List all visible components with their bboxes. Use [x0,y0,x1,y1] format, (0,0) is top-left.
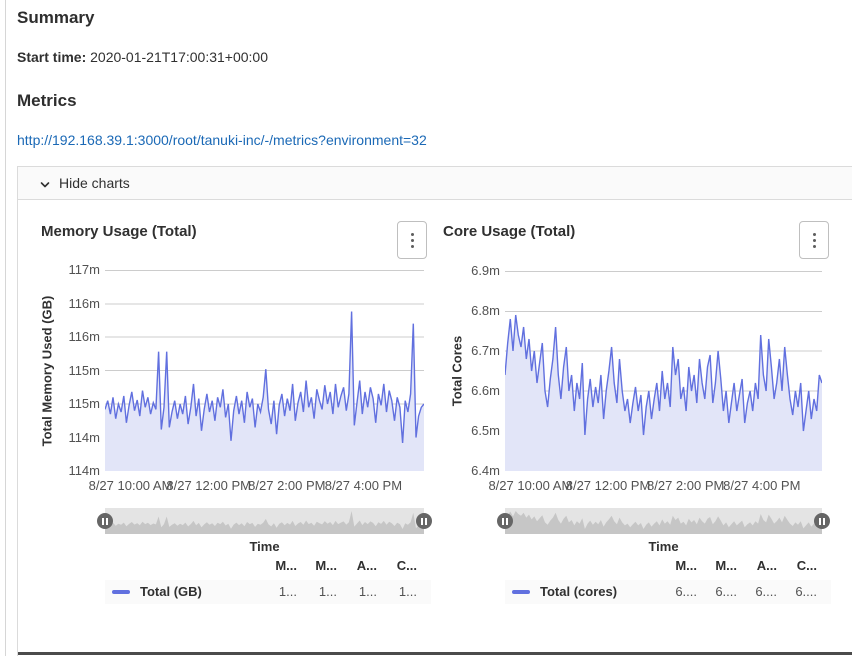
x-tick-label: 8/27 12:00 PM [566,478,651,493]
next-section-edge [18,652,852,655]
y-tick-label: 115m [68,396,100,412]
legend-row[interactable]: Total (GB) 1...1...1...1... [105,580,431,604]
kebab-icon [813,239,816,242]
series-area [105,312,424,472]
legend-value: 1... [105,584,417,599]
chart-menu-button[interactable] [397,221,427,259]
chevron-down-icon [39,178,51,196]
y-axis-ticks: 117m 116m 116m 115m 115m 114m 114m [29,215,100,655]
legend-column-header: C... [105,558,417,573]
x-tick-label: 8/27 4:00 PM [325,478,402,493]
x-tick-label: 8/27 10:00 AM [488,478,572,493]
y-axis-ticks: 6.9m 6.8m 6.7m 6.6m 6.5m 6.4m [431,215,500,655]
y-tick-label: 6.5m [471,423,500,439]
y-tick-label: 117m [68,262,100,278]
kebab-icon [411,239,414,242]
kebab-icon [411,245,414,248]
time-range-brush[interactable] [505,508,822,534]
chart-plot-area[interactable] [505,271,822,471]
brush-handle-right[interactable] [416,513,432,529]
chart-plot-area[interactable] [105,270,424,471]
legend-column-header: C... [505,558,817,573]
kebab-icon [813,245,816,248]
y-tick-label: 115m [68,363,100,379]
x-tick-label: 8/27 4:00 PM [723,478,800,493]
legend-value: 6.... [505,584,817,599]
x-tick-label: 8/27 2:00 PM [248,478,325,493]
legend-row[interactable]: Total (cores) 6....6....6....6.... [505,580,831,604]
brush-handle-left[interactable] [97,513,113,529]
y-tick-label: 6.9m [471,263,500,279]
legend-column-headers: M...M...A...C... [105,558,431,574]
chart-menu-button[interactable] [799,221,829,259]
x-axis-title: Time [505,539,822,554]
start-time-label: Start time: [17,49,86,65]
y-tick-label: 6.4m [471,463,500,479]
memory-usage-chart-card: Memory Usage (Total) Total Memory Used (… [29,215,431,656]
y-tick-label: 116m [68,296,100,312]
summary-heading: Summary [17,8,94,28]
metrics-link[interactable]: http://192.168.39.1:3000/root/tanuki-inc… [17,132,427,148]
kebab-icon [411,233,414,236]
kebab-icon [813,233,816,236]
hide-charts-toggle[interactable]: Hide charts [18,167,852,200]
core-usage-chart-card: Core Usage (Total) Total Cores 6.9m6.8m6… [431,215,833,656]
y-tick-label: 114m [68,430,100,446]
start-time: Start time: 2020-01-21T17:00:31+00:00 [17,49,268,65]
x-tick-label: 8/27 10:00 AM [89,478,173,493]
y-tick-label: 116m [68,329,100,345]
brush-handle-left[interactable] [497,513,513,529]
metrics-report-page: Summary Start time: 2020-01-21T17:00:31+… [0,0,852,656]
hide-charts-label: Hide charts [59,175,130,191]
x-axis-title: Time [105,539,424,554]
brush-handle-right[interactable] [814,513,830,529]
y-tick-label: 114m [68,463,100,479]
metrics-heading: Metrics [17,91,77,111]
start-time-value: 2020-01-21T17:00:31+00:00 [90,49,268,65]
legend-column-headers: M...M...A...C... [505,558,831,574]
x-tick-label: 8/27 12:00 PM [166,478,251,493]
time-range-brush[interactable] [105,508,424,534]
x-tick-label: 8/27 2:00 PM [647,478,724,493]
panel-left-edge [5,0,6,656]
y-tick-label: 6.6m [471,383,500,399]
y-tick-label: 6.8m [471,303,500,319]
y-tick-label: 6.7m [471,343,500,359]
